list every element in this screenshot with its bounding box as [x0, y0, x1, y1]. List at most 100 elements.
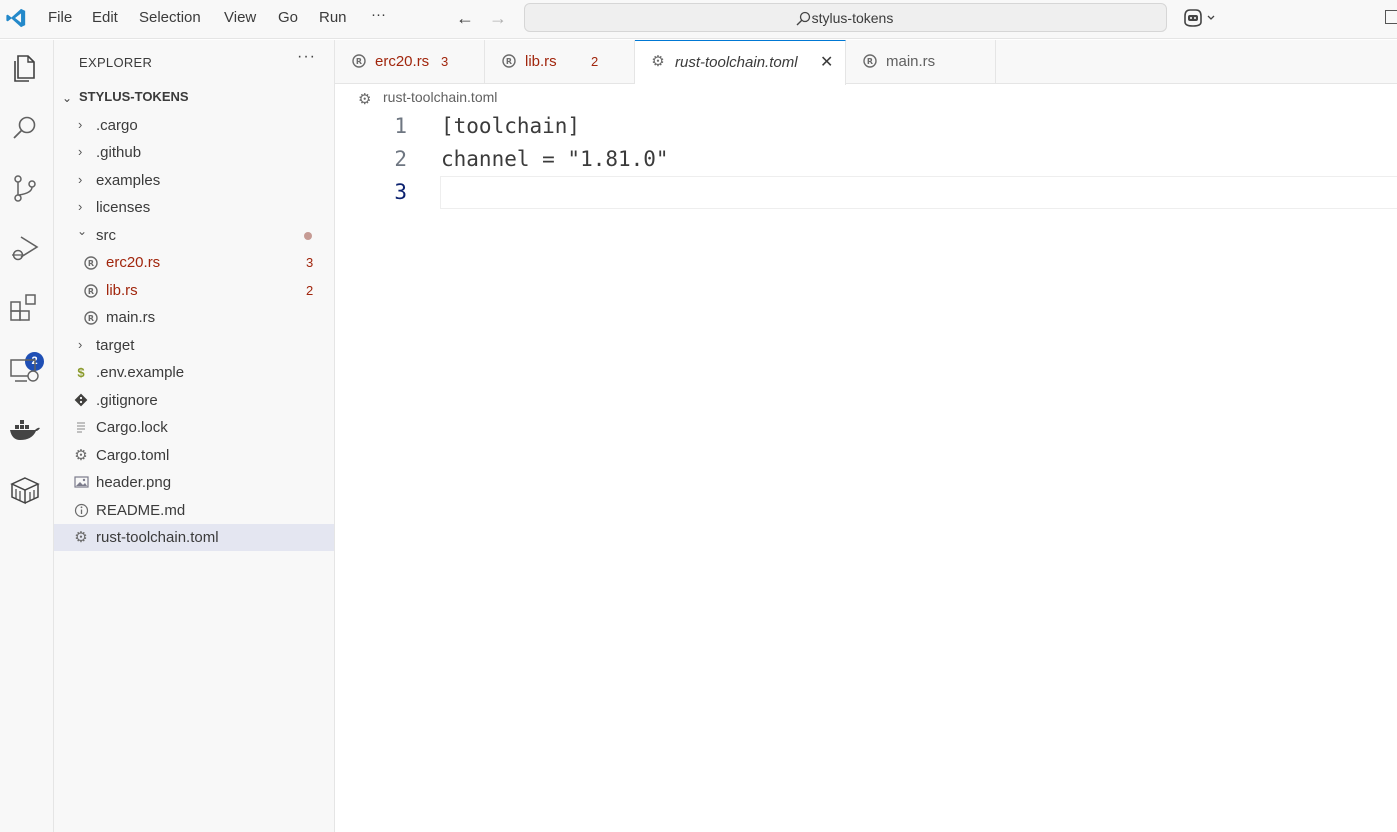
menu-file[interactable]: File	[48, 9, 72, 26]
chevron-down-icon: ⌄	[77, 224, 88, 238]
tree-item-label: examples	[96, 172, 161, 189]
gear-icon: ⚙	[74, 447, 88, 464]
package-icon[interactable]	[7, 472, 43, 508]
close-icon[interactable]: ✕	[820, 52, 833, 72]
lines-file-icon	[73, 420, 89, 436]
run-debug-icon[interactable]	[7, 230, 43, 266]
line-number: 2	[394, 147, 407, 171]
tab-lib-rs[interactable]: R lib.rs 2	[485, 40, 635, 84]
tree-item-target-folder[interactable]: › target	[54, 332, 334, 359]
tree-item-label: README.md	[96, 502, 186, 519]
code-line: 2 channel = "1.81.0"	[335, 143, 1397, 176]
tree-item-header-png[interactable]: header.png	[54, 469, 334, 496]
chevron-right-icon: ›	[78, 199, 83, 214]
breadcrumb-file[interactable]: rust-toolchain.toml	[383, 89, 497, 105]
activity-bar: 2	[0, 40, 54, 832]
rust-file-icon: R	[862, 53, 878, 69]
explorer-title: EXPLORER	[79, 55, 153, 70]
tab-main-rs[interactable]: R main.rs	[846, 40, 996, 84]
chevron-right-icon: ›	[78, 144, 83, 159]
rust-file-icon: R	[83, 255, 99, 271]
gear-icon: ⚙	[651, 53, 665, 70]
extensions-icon[interactable]	[7, 290, 43, 326]
tree-item-main-rs[interactable]: R main.rs	[54, 304, 334, 331]
tree-item-rust-toolchain-toml[interactable]: ⚙ rust-toolchain.toml	[54, 524, 334, 551]
tree-item-env-example[interactable]: $ .env.example	[54, 359, 334, 386]
tree-item-label: main.rs	[106, 309, 156, 326]
problem-count: 3	[306, 255, 314, 270]
tree-item-examples-folder[interactable]: › examples	[54, 167, 334, 194]
menu-selection[interactable]: Selection	[139, 9, 201, 26]
svg-text:R: R	[88, 314, 94, 323]
gear-icon: ⚙	[74, 529, 88, 546]
image-file-icon	[73, 475, 89, 491]
dollar-icon: $	[77, 365, 85, 380]
menu-go[interactable]: Go	[278, 9, 298, 26]
menu-more[interactable]: ···	[371, 6, 386, 23]
search-icon[interactable]	[7, 110, 43, 146]
title-bar: File Edit Selection View Go Run ··· ← → …	[0, 0, 1397, 39]
tree-item-gitignore[interactable]: .gitignore	[54, 387, 334, 414]
code-text[interactable]: [toolchain]	[441, 114, 580, 138]
tree-item-github-folder[interactable]: › .github	[54, 139, 334, 166]
menu-run[interactable]: Run	[319, 9, 347, 26]
explorer-more-button[interactable]: ···	[297, 48, 316, 66]
back-arrow-icon[interactable]: ←	[456, 8, 474, 29]
menu-view[interactable]: View	[224, 9, 256, 26]
vscode-logo-icon[interactable]	[5, 7, 27, 29]
problem-count: 2	[306, 283, 314, 298]
tree-item-label: Cargo.lock	[96, 419, 168, 436]
tree-item-cargo-folder[interactable]: › .cargo	[54, 112, 334, 139]
tree-item-label: Cargo.toml	[96, 447, 170, 464]
code-line: 1 [toolchain]	[335, 110, 1397, 143]
docker-icon[interactable]	[7, 412, 43, 448]
tree-item-label: header.png	[96, 474, 172, 491]
tab-label: rust-toolchain.toml	[675, 54, 798, 71]
tree-item-licenses-folder[interactable]: › licenses	[54, 194, 334, 221]
tab-problem-count: 2	[591, 54, 599, 69]
tree-item-cargo-toml[interactable]: ⚙ Cargo.toml	[54, 442, 334, 469]
copilot-icon[interactable]	[1182, 7, 1218, 29]
tree-item-label: .github	[96, 144, 142, 161]
tree-item-label: erc20.rs	[106, 254, 161, 271]
code-text[interactable]: channel = "1.81.0"	[441, 147, 669, 171]
tree-item-label: .gitignore	[96, 392, 158, 409]
rust-file-icon: R	[83, 310, 99, 326]
tree-item-lib-rs[interactable]: R lib.rs 2	[54, 277, 334, 304]
gear-icon: ⚙	[358, 91, 372, 108]
workspace-root[interactable]: STYLUS-TOKENS	[79, 89, 189, 104]
tab-erc20-rs[interactable]: R erc20.rs 3	[335, 40, 485, 84]
tree-item-src-folder[interactable]: ⌄ src	[54, 222, 334, 249]
forward-arrow-icon[interactable]: →	[489, 8, 507, 29]
tree-item-readme-md[interactable]: README.md	[54, 497, 334, 524]
code-editor[interactable]: 1 [toolchain] 2 channel = "1.81.0" 3	[335, 110, 1397, 832]
editor-tabs: R erc20.rs 3 R lib.rs 2 ⚙ rust-toolchain…	[335, 40, 1397, 85]
remote-explorer-icon[interactable]	[7, 352, 43, 388]
chevron-down-icon[interactable]: ⌄	[62, 91, 72, 105]
tree-item-cargo-lock[interactable]: Cargo.lock	[54, 414, 334, 441]
tab-label: main.rs	[886, 53, 936, 70]
tab-problem-count: 3	[441, 54, 449, 69]
tree-item-erc20-rs[interactable]: R erc20.rs 3	[54, 249, 334, 276]
tab-label: erc20.rs	[375, 53, 430, 70]
explorer-icon[interactable]	[7, 50, 43, 86]
svg-text:R: R	[867, 57, 873, 66]
tree-item-label: .cargo	[96, 117, 138, 134]
explorer-sidebar: EXPLORER ··· ⌄ STYLUS-TOKENS › .cargo › …	[54, 40, 335, 832]
tab-rust-toolchain-toml[interactable]: ⚙ rust-toolchain.toml ✕	[635, 40, 846, 85]
code-line: 3	[335, 176, 1397, 209]
tree-item-label: lib.rs	[106, 282, 138, 299]
menu-edit[interactable]: Edit	[92, 9, 118, 26]
command-center-search[interactable]: stylus-tokens	[524, 3, 1167, 32]
tree-item-label: rust-toolchain.toml	[96, 529, 219, 546]
svg-text:R: R	[506, 57, 512, 66]
tab-label: lib.rs	[525, 53, 557, 70]
git-icon	[73, 393, 89, 409]
tree-item-label: licenses	[96, 199, 151, 216]
chevron-right-icon: ›	[78, 172, 83, 187]
layout-toggle-icon[interactable]	[1385, 10, 1397, 24]
svg-text:R: R	[356, 57, 362, 66]
source-control-icon[interactable]	[7, 170, 43, 206]
modified-dot	[304, 232, 312, 240]
tree-item-label: .env.example	[96, 364, 185, 381]
